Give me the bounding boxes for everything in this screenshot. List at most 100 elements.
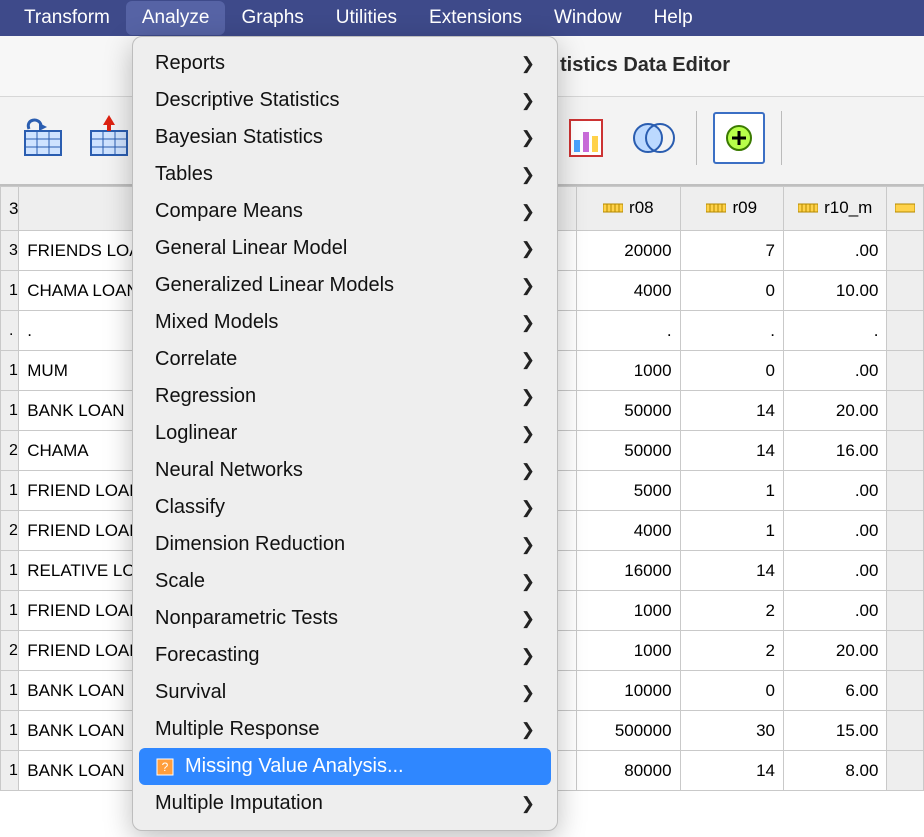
cell-r08[interactable]: 20000 — [577, 231, 680, 271]
cell-r09[interactable]: . — [680, 311, 783, 351]
cell-r10m[interactable]: 15.00 — [784, 711, 887, 751]
menu-item-descriptive-statistics[interactable]: Descriptive Statistics❯ — [133, 82, 557, 119]
col-r09[interactable]: r09 — [680, 187, 783, 231]
menu-item-bayesian-statistics[interactable]: Bayesian Statistics❯ — [133, 119, 557, 156]
name-cell[interactable]: FRIEND LOAN — [19, 471, 141, 511]
menu-item-neural-networks[interactable]: Neural Networks❯ — [133, 452, 557, 489]
cell-r09[interactable]: 14 — [680, 551, 783, 591]
cell-r08[interactable]: 16000 — [577, 551, 680, 591]
name-cell[interactable]: FRIEND LOAN — [19, 511, 141, 551]
cell-r10m[interactable]: .00 — [784, 551, 887, 591]
analyze-dropdown[interactable]: Reports❯Descriptive Statistics❯Bayesian … — [132, 36, 558, 831]
menu-item-mixed-models[interactable]: Mixed Models❯ — [133, 304, 557, 341]
cell-r08[interactable]: 4000 — [577, 511, 680, 551]
menu-item-reports[interactable]: Reports❯ — [133, 45, 557, 82]
menu-help[interactable]: Help — [638, 1, 709, 35]
menu-item-general-linear-model[interactable]: General Linear Model❯ — [133, 230, 557, 267]
row-number-cell[interactable]: 1 — [1, 711, 19, 751]
row-number-cell[interactable]: 1 — [1, 751, 19, 791]
cell-r08[interactable]: 5000 — [577, 471, 680, 511]
cell-r09[interactable]: 0 — [680, 271, 783, 311]
menu-item-survival[interactable]: Survival❯ — [133, 674, 557, 711]
menu-item-classify[interactable]: Classify❯ — [133, 489, 557, 526]
menu-item-loglinear[interactable]: Loglinear❯ — [133, 415, 557, 452]
cell-r10m[interactable]: 8.00 — [784, 751, 887, 791]
cell-r08[interactable]: 50000 — [577, 431, 680, 471]
name-cell[interactable]: FRIEND LOAN — [19, 591, 141, 631]
name-cell[interactable]: BANK LOAN — [19, 391, 141, 431]
menu-item-missing-value-analysis[interactable]: ?Missing Value Analysis... — [139, 748, 551, 785]
name-cell[interactable]: BANK LOAN — [19, 671, 141, 711]
cell-r08[interactable]: 1000 — [577, 631, 680, 671]
row-number-cell[interactable]: 1 — [1, 391, 19, 431]
cell-r08[interactable]: 50000 — [577, 391, 680, 431]
cell-r10m[interactable]: .00 — [784, 471, 887, 511]
cell-r10m[interactable]: .00 — [784, 231, 887, 271]
row-number-cell[interactable]: 2 — [1, 431, 19, 471]
cell-r08[interactable]: 1000 — [577, 351, 680, 391]
row-number-cell[interactable]: 1 — [1, 671, 19, 711]
cell-r08[interactable]: 80000 — [577, 751, 680, 791]
cell-r10m[interactable]: . — [784, 311, 887, 351]
cell-r10m[interactable]: .00 — [784, 591, 887, 631]
row-number-cell[interactable]: 1 — [1, 471, 19, 511]
name-cell[interactable]: RELATIVE LOAN — [19, 551, 141, 591]
cell-r09[interactable]: 0 — [680, 671, 783, 711]
col-r08[interactable]: r08 — [577, 187, 680, 231]
row-number-cell[interactable]: 3 — [1, 231, 19, 271]
cell-r08[interactable]: . — [577, 311, 680, 351]
row-number-cell[interactable]: 1 — [1, 551, 19, 591]
menu-item-multiple-imputation[interactable]: Multiple Imputation❯ — [133, 785, 557, 822]
cell-r09[interactable]: 1 — [680, 471, 783, 511]
cell-r09[interactable]: 0 — [680, 351, 783, 391]
row-number-cell[interactable]: . — [1, 311, 19, 351]
row-number-cell[interactable]: 1 — [1, 591, 19, 631]
name-cell[interactable]: MUM — [19, 351, 141, 391]
menu-transform[interactable]: Transform — [8, 1, 126, 35]
name-cell[interactable]: CHAMA LOAN — [19, 271, 141, 311]
cell-r08[interactable]: 4000 — [577, 271, 680, 311]
menu-analyze[interactable]: Analyze — [126, 1, 226, 35]
rownum-header[interactable]: 3 — [1, 187, 19, 231]
name-cell[interactable]: BANK LOAN — [19, 711, 141, 751]
cell-r09[interactable]: 7 — [680, 231, 783, 271]
menu-item-forecasting[interactable]: Forecasting❯ — [133, 637, 557, 674]
row-number-cell[interactable]: 2 — [1, 511, 19, 551]
venn-icon[interactable] — [628, 112, 680, 164]
menu-item-dimension-reduction[interactable]: Dimension Reduction❯ — [133, 526, 557, 563]
cell-r09[interactable]: 14 — [680, 751, 783, 791]
cell-r09[interactable]: 2 — [680, 591, 783, 631]
name-cell[interactable]: FRIEND LOAN — [19, 631, 141, 671]
cell-r09[interactable]: 2 — [680, 631, 783, 671]
cell-r09[interactable]: 14 — [680, 391, 783, 431]
menu-item-generalized-linear-models[interactable]: Generalized Linear Models❯ — [133, 267, 557, 304]
name-cell[interactable]: BANK LOAN — [19, 751, 141, 791]
menu-item-tables[interactable]: Tables❯ — [133, 156, 557, 193]
cell-r10m[interactable]: 20.00 — [784, 631, 887, 671]
name-cell[interactable]: CHAMA — [19, 431, 141, 471]
menu-item-nonparametric-tests[interactable]: Nonparametric Tests❯ — [133, 600, 557, 637]
cell-r08[interactable]: 10000 — [577, 671, 680, 711]
open-data-icon[interactable] — [18, 111, 70, 163]
cell-r10m[interactable]: 16.00 — [784, 431, 887, 471]
cell-r10m[interactable]: 6.00 — [784, 671, 887, 711]
cell-r09[interactable]: 1 — [680, 511, 783, 551]
chart-icon[interactable] — [560, 112, 612, 164]
row-number-cell[interactable]: 1 — [1, 351, 19, 391]
cell-r08[interactable]: 1000 — [577, 591, 680, 631]
menu-extensions[interactable]: Extensions — [413, 1, 538, 35]
cell-r10m[interactable]: .00 — [784, 351, 887, 391]
target-add-icon[interactable] — [713, 112, 765, 164]
menu-graphs[interactable]: Graphs — [225, 1, 319, 35]
cell-r10m[interactable]: .00 — [784, 511, 887, 551]
menu-utilities[interactable]: Utilities — [320, 1, 413, 35]
cell-r09[interactable]: 14 — [680, 431, 783, 471]
cell-r09[interactable]: 30 — [680, 711, 783, 751]
col-extra[interactable] — [887, 187, 924, 231]
hidden-header[interactable] — [19, 187, 141, 231]
cell-r10m[interactable]: 20.00 — [784, 391, 887, 431]
cell-r10m[interactable]: 10.00 — [784, 271, 887, 311]
cell-r08[interactable]: 500000 — [577, 711, 680, 751]
row-number-cell[interactable]: 1 — [1, 271, 19, 311]
name-cell[interactable]: FRIENDS LOAN — [19, 231, 141, 271]
